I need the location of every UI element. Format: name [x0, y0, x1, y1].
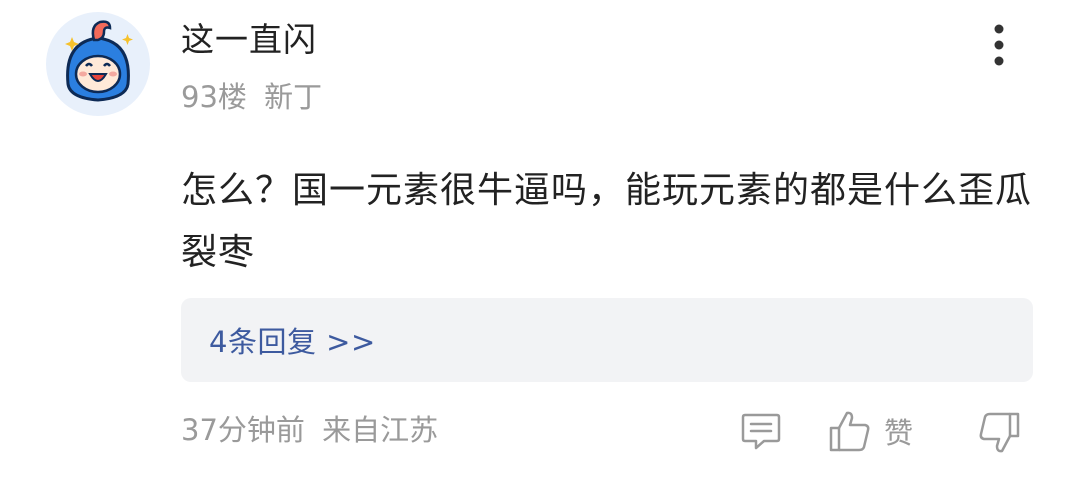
replies-link[interactable]: 4条回复 >>	[209, 319, 376, 361]
thumbs-down-icon	[979, 412, 1020, 453]
comment-content: 怎么？国一元素很牛逼吗，能玩元素的都是什么歪瓜裂枣	[181, 170, 1033, 273]
like-label: 赞	[884, 416, 914, 450]
username[interactable]: 这一直闪	[181, 18, 317, 62]
avatar[interactable]	[46, 12, 150, 116]
comment-card: 这一直闪 93楼 新丁 怎么？国一元素很牛逼吗，能玩元素的都是什么歪瓜裂枣 4条…	[0, 0, 1078, 488]
post-footer-info: 37分钟前 来自江苏	[181, 410, 438, 450]
like-button[interactable]: 赞	[828, 409, 913, 453]
user-tag: 新丁	[264, 80, 323, 114]
replies-box[interactable]: 4条回复 >>	[181, 298, 1033, 382]
cartoon-avatar-icon	[65, 20, 133, 102]
floor-number: 93楼	[181, 80, 247, 114]
post-meta: 93楼 新丁	[181, 77, 322, 117]
comment-button[interactable]	[740, 411, 782, 451]
post-time: 37分钟前	[181, 413, 305, 447]
comment-icon	[741, 413, 781, 450]
dislike-button[interactable]	[977, 411, 1021, 455]
more-vertical-icon	[994, 24, 1004, 66]
post-location: 来自江苏	[322, 413, 439, 447]
more-options-button[interactable]	[982, 20, 1016, 70]
thumbs-up-icon	[829, 411, 870, 452]
